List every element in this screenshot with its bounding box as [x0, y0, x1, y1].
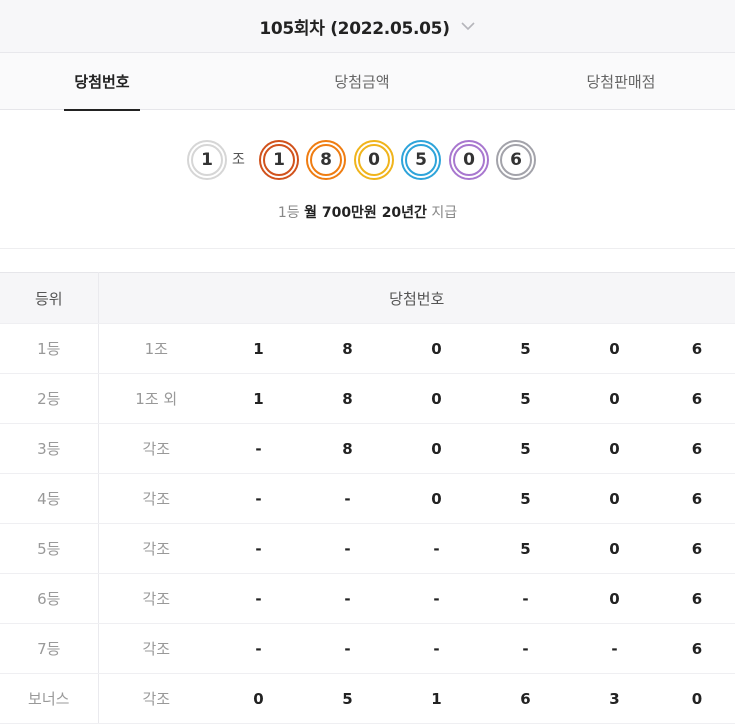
number-cell: 0 — [570, 473, 659, 524]
number-cell: 0 — [392, 473, 481, 524]
table-row: 3등 각조 -8 0 5 0 6 — [0, 423, 735, 474]
condition-cell: 각조 — [98, 523, 214, 574]
number-ball: 0 — [449, 140, 489, 180]
prize-summary: 1등 월 700만원 20년간 지급 — [0, 202, 735, 222]
table-row: 보너스 각조 0 5 1 6 3 0 — [0, 673, 735, 724]
number-cell: 6 — [659, 473, 735, 524]
number-cell: - — [392, 523, 481, 574]
number-cell: 1 — [214, 373, 303, 424]
number-cell: 8 — [303, 323, 392, 374]
table-row: 4등 각조 - -0 5 0 6 — [0, 473, 735, 524]
tab-winning-stores[interactable]: 당첨판매점 — [574, 53, 668, 110]
number-cell: - — [570, 623, 659, 674]
number-cell: 6 — [659, 523, 735, 574]
number-cell: 1 — [214, 323, 303, 374]
number-cell: 6 — [481, 673, 570, 724]
number-cell: - — [303, 523, 392, 574]
condition-cell: 각조 — [98, 473, 214, 524]
round-title: 105회차 (2022.05.05) — [259, 18, 450, 39]
number-ball: 1 — [259, 140, 299, 180]
prize-suffix: 지급 — [431, 205, 458, 221]
rank-cell: 4등 — [0, 473, 99, 524]
number-cell: 0 — [570, 573, 659, 624]
number-ball: 0 — [354, 140, 394, 180]
number-cell: 0 — [392, 423, 481, 474]
tab-winning-numbers[interactable]: 당첨번호 — [64, 53, 140, 111]
rank-cell: 7등 — [0, 623, 99, 674]
number-cell: 0 — [659, 673, 735, 724]
chevron-down-icon[interactable] — [460, 18, 476, 34]
winning-balls: 1 조 1 8 0 5 0 6 — [0, 140, 735, 180]
number-cell: 5 — [481, 373, 570, 424]
number-cell: 6 — [659, 573, 735, 624]
rank-cell: 1등 — [0, 323, 99, 374]
number-cell: 0 — [570, 373, 659, 424]
rank-cell: 6등 — [0, 573, 99, 624]
number-cell: - — [214, 573, 303, 624]
number-cell: 0 — [392, 373, 481, 424]
table-header-row: 등위 당첨번호 — [0, 272, 735, 324]
number-ball: 8 — [306, 140, 346, 180]
number-cell: - — [303, 473, 392, 524]
number-cell: 6 — [659, 373, 735, 424]
table-row: 7등 각조 - - - - -6 — [0, 623, 735, 674]
number-cell: 5 — [481, 323, 570, 374]
number-cell: - — [214, 523, 303, 574]
condition-cell: 각조 — [98, 573, 214, 624]
number-cell: 6 — [659, 623, 735, 674]
group-suffix: 조 — [232, 152, 245, 168]
number-cell: - — [481, 573, 570, 624]
number-cell: - — [392, 573, 481, 624]
table-row: 5등 각조 - - -5 0 6 — [0, 523, 735, 574]
rank-cell: 5등 — [0, 523, 99, 574]
number-cell: 6 — [659, 323, 735, 374]
rank-header: 등위 — [0, 272, 99, 324]
table-row: 6등 각조 - - - -0 6 — [0, 573, 735, 624]
prize-amount: 월 700만원 20년간 — [304, 205, 427, 221]
rank-cell: 3등 — [0, 423, 99, 474]
prize-rank: 1등 — [277, 205, 300, 221]
condition-cell: 1조 외 — [98, 373, 214, 424]
number-cell: 5 — [481, 523, 570, 574]
number-cell: 0 — [570, 523, 659, 574]
number-cell: 3 — [570, 673, 659, 724]
number-cell: 1 — [392, 673, 481, 724]
condition-cell: 각조 — [98, 673, 214, 724]
number-cell: 0 — [570, 423, 659, 474]
condition-cell: 각조 — [98, 623, 214, 674]
number-cell: 0 — [570, 323, 659, 374]
round-selector[interactable]: 105회차 (2022.05.05) — [0, 0, 735, 53]
number-cell: - — [481, 623, 570, 674]
number-cell: 8 — [303, 423, 392, 474]
number-ball: 6 — [496, 140, 536, 180]
number-cell: 5 — [481, 473, 570, 524]
number-cell: 5 — [303, 673, 392, 724]
number-cell: 5 — [481, 423, 570, 474]
number-cell: - — [303, 623, 392, 674]
rank-cell: 보너스 — [0, 673, 99, 724]
number-cell: 6 — [659, 423, 735, 474]
number-cell: - — [214, 473, 303, 524]
tab-bar: 당첨번호 당첨금액 당첨판매점 — [0, 53, 735, 111]
winning-table: 등위 당첨번호 1등 1조 1 8 0 5 0 6 2등 1조 외 1 8 0 5 0 6 3등 각조 -8 0 5 0 6… — [0, 272, 735, 724]
table-row: 2등 1조 외180506 — [0, 373, 735, 424]
divider — [0, 248, 735, 249]
number-cell: - — [303, 573, 392, 624]
number-cell: - — [214, 623, 303, 674]
table-row: 1등 1조 1 8 0 5 0 6 — [0, 323, 735, 374]
rank-cell: 2등 — [0, 373, 99, 424]
numbers-header: 당첨번호 — [98, 272, 735, 324]
number-cell: 0 — [392, 323, 481, 374]
condition-cell: 1조 — [98, 323, 214, 374]
tab-prize-amount[interactable]: 당첨금액 — [320, 53, 404, 110]
number-cell: 8 — [303, 373, 392, 424]
group-ball: 1 — [187, 140, 227, 180]
condition-cell: 각조 — [98, 423, 214, 474]
number-cell: - — [214, 423, 303, 474]
number-cell: - — [392, 623, 481, 674]
number-ball: 5 — [401, 140, 441, 180]
number-cell: 0 — [214, 673, 303, 724]
